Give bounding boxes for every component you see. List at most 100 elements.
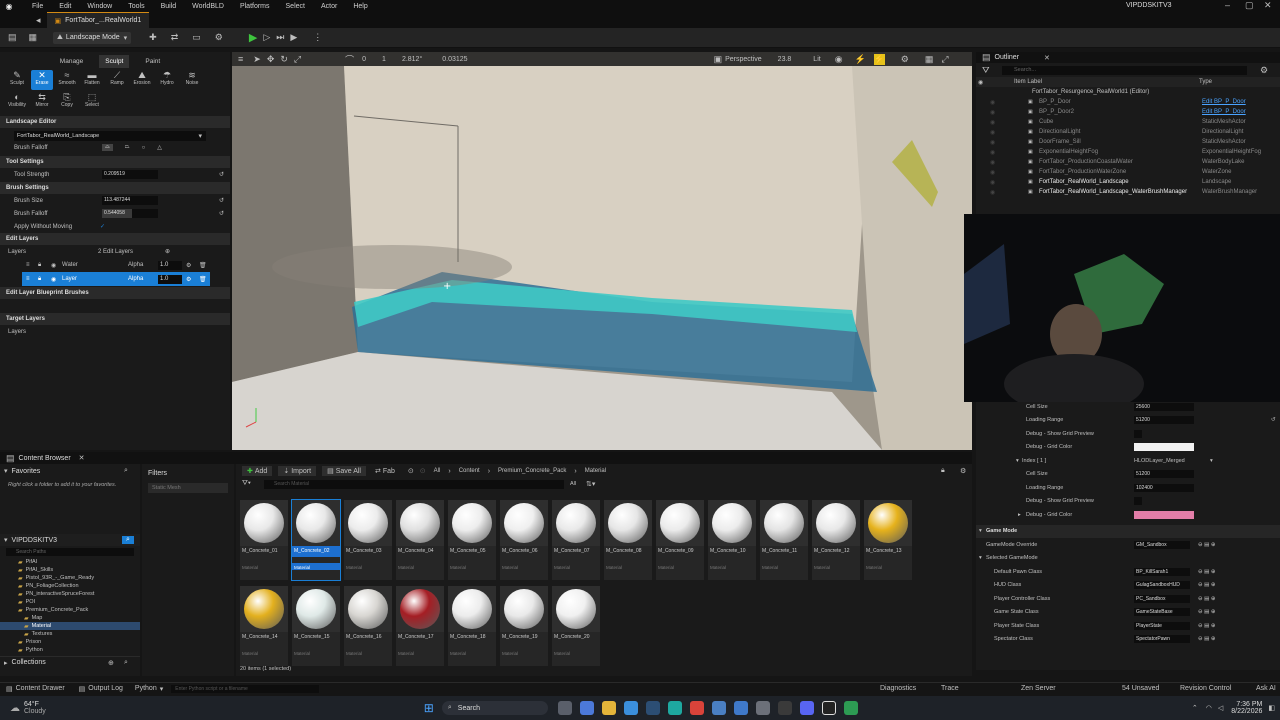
trace-button[interactable]: Trace xyxy=(941,685,959,692)
zen-server-button[interactable]: Zen Server xyxy=(1021,685,1056,692)
rotate-icon[interactable]: ↻ xyxy=(280,54,288,65)
menu-select[interactable]: Select xyxy=(286,3,305,10)
outliner-row[interactable]: ◉ ▣ ExponentialHeightFog ExponentialHeightF… xyxy=(976,147,1280,157)
store-icon[interactable] xyxy=(623,701,638,715)
volume-icon[interactable]: ◁ xyxy=(1218,704,1223,712)
browse-icon[interactable]: ▦ xyxy=(29,32,38,43)
grid-preview-checkbox-2[interactable] xyxy=(1134,497,1142,506)
app-icon[interactable] xyxy=(755,701,770,715)
content-browser-tab[interactable]: Content Browser xyxy=(19,455,71,462)
diagnostics-button[interactable]: Diagnostics xyxy=(880,685,916,692)
save-icon[interactable]: ▤ xyxy=(8,32,17,43)
selected-game-mode-header[interactable]: ▾ Selected GameMode xyxy=(976,552,1280,566)
col-item-label[interactable]: Item Label xyxy=(1014,79,1042,85)
folder-item[interactable]: ▰ PN_FoliageCollection xyxy=(0,582,140,590)
viewport-settings-icon[interactable]: ⚙ xyxy=(901,54,909,65)
menu-build[interactable]: Build xyxy=(161,3,177,10)
simulate-icon[interactable]: ⏭ xyxy=(276,32,284,43)
edge-icon[interactable] xyxy=(667,701,682,715)
prop-value-select[interactable]: SpectatorPawn xyxy=(1134,635,1190,644)
outliner-row[interactable]: ◉ ▣ FortTabor_RealWorld_Landscape_WaterBru… xyxy=(976,187,1280,197)
notifications-icon[interactable]: ◧ xyxy=(1268,704,1275,712)
copilot-icon[interactable] xyxy=(579,701,594,715)
asset-tile[interactable]: M_Concrete_03 Material xyxy=(344,500,392,580)
chevron-down-icon[interactable]: ▾ xyxy=(160,685,164,693)
prop-value-select[interactable]: BP_KillSarah1 xyxy=(1134,567,1190,576)
expand-icon[interactable]: ▾ xyxy=(1016,458,1019,464)
alpha-input[interactable]: 1.0 xyxy=(158,274,182,284)
grid-color-swatch[interactable] xyxy=(1134,443,1194,452)
history-forward-icon[interactable]: ⊙ xyxy=(420,467,426,475)
outliner-item-type[interactable]: Edit BP_P_Door xyxy=(1202,109,1246,115)
static-mesh-filter[interactable]: Static Mesh xyxy=(148,483,228,493)
all-filter[interactable]: All xyxy=(570,481,576,487)
edit-layer-row[interactable]: ≡ 🔒︎ ◉ Layer Alpha 1.0 ⚙ 🗑︎ xyxy=(22,272,210,286)
add-collection-icon[interactable]: ⊕ xyxy=(108,659,114,667)
level-tab[interactable]: ▣ FortTabor_...RealWorld1 xyxy=(46,12,150,28)
grid-snap-value[interactable]: 0 xyxy=(362,56,366,63)
lit-dropdown[interactable]: Lit xyxy=(813,56,820,63)
filter-icon[interactable]: ⛛ xyxy=(982,65,990,76)
sort-icon[interactable]: ⇅▾ xyxy=(586,480,595,488)
falloff-linear-icon[interactable]: ⏢ xyxy=(125,144,130,151)
steam-icon[interactable] xyxy=(645,701,660,715)
tool-flatten-button[interactable]: ▬ Flatten xyxy=(81,70,103,90)
prop-value-select[interactable]: PlayerState xyxy=(1134,621,1190,630)
blueprint-brushes-header[interactable]: Edit Layer Blueprint Brushes xyxy=(0,287,230,299)
visibility-icon[interactable]: ◉ xyxy=(990,119,995,126)
prop-value-select[interactable]: PC_Sandbox xyxy=(1134,594,1190,603)
falloff-spherical-icon[interactable]: ○ xyxy=(142,145,146,151)
breadcrumb-item[interactable]: Material xyxy=(585,468,606,474)
add-layer-icon[interactable]: ⊕ xyxy=(165,248,170,255)
save-all-button[interactable]: ▤ Save All xyxy=(322,466,366,476)
target-layers-header[interactable]: Target Layers xyxy=(0,313,230,325)
breadcrumb-item[interactable]: Premium_Concrete_Pack xyxy=(498,468,566,474)
grid-preview-checkbox[interactable] xyxy=(1134,429,1142,438)
outliner-row[interactable]: ◉ ▣ BP_P_Door Edit BP_P_Door xyxy=(976,97,1280,107)
visibility-icon[interactable]: ◉ xyxy=(990,179,995,186)
taskbar-search[interactable]: ⌕ Search xyxy=(441,701,548,715)
asset-tile[interactable]: M_Concrete_08 Material xyxy=(604,500,652,580)
clock-date[interactable]: 8/22/2026 xyxy=(1231,708,1262,715)
reset-icon[interactable]: ↺ xyxy=(219,197,224,204)
asset-actions-icon[interactable]: ⊖ ▤ ⊕ xyxy=(1198,609,1215,615)
visibility-icon[interactable]: ◉ xyxy=(990,109,995,116)
landscape-select[interactable]: FortTabor_RealWorld_Landscape ▾ xyxy=(14,131,206,141)
launch-icon[interactable]: ▶ xyxy=(290,32,297,43)
folder-item[interactable]: ▰ Premium_Concrete_Pack xyxy=(0,606,140,614)
breadcrumb-item[interactable]: All xyxy=(434,468,441,474)
breadcrumb-item[interactable]: Content xyxy=(459,468,480,474)
cell-size-input-2[interactable]: 51200 xyxy=(1134,470,1194,479)
asset-tile[interactable]: M_Concrete_19 Material xyxy=(500,586,548,666)
filter-icon[interactable]: ⛛▾ xyxy=(242,480,251,488)
target-layers-row[interactable]: Layers xyxy=(0,325,230,338)
loading-range-input-2[interactable]: 102400 xyxy=(1134,483,1194,492)
landscape-editor-header[interactable]: Landscape Editor xyxy=(0,116,230,128)
obs-icon[interactable] xyxy=(777,701,792,715)
tray-chevron-icon[interactable]: ⌃ xyxy=(1192,704,1198,712)
asset-actions-icon[interactable]: ⊖ ▤ ⊕ xyxy=(1198,569,1215,575)
apply-without-moving-checkbox[interactable]: ✓ xyxy=(100,223,105,230)
visibility-icon[interactable]: ◉ xyxy=(990,129,995,136)
game-mode-header[interactable]: ▾ Game Mode xyxy=(976,524,1280,538)
edit-layers-header[interactable]: Edit Layers xyxy=(0,233,230,245)
mail-icon[interactable] xyxy=(733,701,748,715)
search-paths-icon[interactable]: ⌕ xyxy=(122,536,134,544)
translate-icon[interactable]: ✥ xyxy=(267,54,275,65)
outliner-row[interactable]: ◉ ▣ FortTabor_ProductionCoastalWater WaterB… xyxy=(976,157,1280,167)
menu-window[interactable]: Window xyxy=(87,3,112,10)
asset-actions-icon[interactable]: ⊖ ▤ ⊕ xyxy=(1198,636,1215,642)
outliner-row[interactable]: ◉ ▣ FortTabor_ProductionWaterZone WaterZone xyxy=(976,167,1280,177)
realtime-icon[interactable]: ⚡ xyxy=(855,54,866,65)
loading-range-input[interactable]: 51200 xyxy=(1134,416,1194,425)
eye-icon[interactable]: ◉ xyxy=(51,276,56,283)
step-icon[interactable]: ▷ xyxy=(263,32,270,43)
unreal-icon[interactable] xyxy=(821,701,836,715)
maximize-icon[interactable]: ▢ xyxy=(1245,0,1254,11)
visibility-icon[interactable]: ◉ xyxy=(990,149,995,156)
close-tab-icon[interactable]: ✕ xyxy=(1044,54,1050,62)
tool-copy-button[interactable]: ⎘ Copy xyxy=(56,92,78,112)
tool-sculpt-button[interactable]: ✎ Sculpt xyxy=(6,70,28,90)
add-button[interactable]: ✚ Add xyxy=(242,466,273,476)
outliner-row[interactable]: ◉ ▣ Cube StaticMeshActor xyxy=(976,117,1280,127)
